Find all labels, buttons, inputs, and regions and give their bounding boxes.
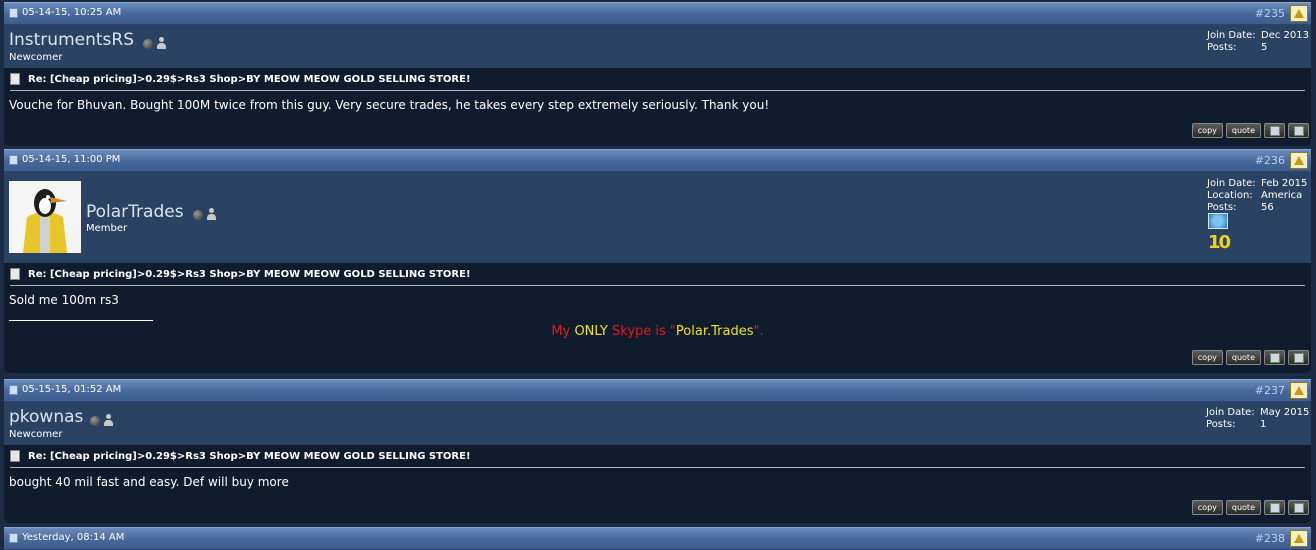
document-icon	[10, 450, 20, 462]
post-status-icon	[9, 7, 18, 18]
post-title: Re: [Cheap pricing]>0.29$>Rs3 Shop>BY ME…	[10, 268, 471, 280]
posts-label: Posts:	[1206, 419, 1236, 430]
skype-badge-icon	[1208, 213, 1228, 229]
quote-button[interactable]: quote	[1225, 350, 1261, 365]
ten-year-badge: 10	[1208, 232, 1231, 253]
post-236: 05-14-15, 11:00 PM #236 PolarTrades Memb…	[4, 149, 1311, 373]
join-date-value: May 2015	[1260, 407, 1310, 418]
post-header: 05-14-15, 10:25 AM #235	[4, 2, 1311, 25]
profile-icon[interactable]	[103, 414, 113, 426]
post-status-icon	[9, 532, 18, 543]
quick-reply-icon[interactable]	[1288, 500, 1309, 515]
post-actions: copy quote	[1191, 123, 1309, 138]
username-link[interactable]: pkownas	[9, 407, 83, 427]
document-icon	[10, 73, 20, 85]
join-date-label: Join Date:	[1206, 407, 1255, 418]
title-divider	[10, 90, 1305, 91]
user-info-row: pkownas Newcomer Join Date: May 2015 Post…	[4, 402, 1311, 445]
post-238: Yesterday, 08:14 AM #238	[4, 527, 1311, 550]
post-message: Vouche for Bhuvan. Bought 100M twice fro…	[9, 98, 770, 112]
profile-icon[interactable]	[206, 208, 216, 220]
copy-button[interactable]: copy	[1191, 500, 1223, 515]
join-date-value: Feb 2015	[1261, 178, 1308, 189]
post-title: Re: [Cheap pricing]>0.29$>Rs3 Shop>BY ME…	[10, 73, 471, 85]
join-date-label: Join Date:	[1207, 30, 1256, 41]
signature: My ONLY Skype is "Polar.Trades".	[551, 324, 764, 339]
offline-status-icon	[90, 416, 100, 426]
post-header: 05-15-15, 01:52 AM #237	[4, 379, 1311, 402]
profile-icon[interactable]	[156, 37, 166, 49]
offline-status-icon	[193, 210, 203, 220]
post-date: Yesterday, 08:14 AM	[9, 532, 124, 543]
post-header: Yesterday, 08:14 AM #238	[4, 527, 1311, 550]
multi-quote-icon[interactable]	[1264, 350, 1285, 365]
user-info-row: PolarTrades Member Join Date: Feb 2015 Lo…	[4, 172, 1311, 263]
join-date-label: Join Date:	[1207, 178, 1256, 189]
post-actions: copy quote	[1191, 350, 1309, 365]
post-actions: copy quote	[1191, 500, 1309, 515]
user-title: Member	[86, 223, 128, 234]
offline-status-icon	[143, 39, 153, 49]
post-number-link[interactable]: #237	[1255, 384, 1285, 397]
post-body: Re: [Cheap pricing]>0.29$>Rs3 Shop>BY ME…	[4, 445, 1311, 523]
document-icon	[10, 268, 20, 280]
username-link[interactable]: InstrumentsRS	[9, 30, 134, 50]
user-info-row: InstrumentsRS Newcomer Join Date: Dec 201…	[4, 25, 1311, 68]
post-body: Re: [Cheap pricing]>0.29$>Rs3 Shop>BY ME…	[4, 68, 1311, 146]
user-title: Newcomer	[9, 52, 63, 63]
post-235: 05-14-15, 10:25 AM #235 InstrumentsRS Ne…	[4, 2, 1311, 146]
quote-button[interactable]: quote	[1225, 500, 1261, 515]
post-number-link[interactable]: #238	[1255, 532, 1285, 545]
posts-count: 56	[1261, 202, 1274, 213]
posts-count: 5	[1261, 42, 1268, 53]
copy-button[interactable]: copy	[1191, 350, 1223, 365]
multi-quote-icon[interactable]	[1264, 500, 1285, 515]
post-body: Re: [Cheap pricing]>0.29$>Rs3 Shop>BY ME…	[4, 263, 1311, 373]
signature-divider	[9, 320, 153, 321]
user-stats: Join Date: Feb 2015 Location: America Post…	[1207, 178, 1307, 214]
user-stats: Join Date: Dec 2013 Posts: 5	[1207, 30, 1309, 54]
quote-button[interactable]: quote	[1225, 123, 1261, 138]
location-value: America	[1261, 190, 1303, 201]
post-number-link[interactable]: #236	[1255, 154, 1285, 167]
quick-reply-icon[interactable]	[1288, 123, 1309, 138]
post-message: bought 40 mil fast and easy. Def will bu…	[9, 475, 289, 489]
avatar[interactable]	[9, 181, 81, 253]
user-title: Newcomer	[9, 429, 63, 440]
username-link[interactable]: PolarTrades	[86, 202, 184, 222]
post-message: Sold me 100m rs3	[9, 293, 119, 307]
report-post-icon[interactable]	[1290, 5, 1308, 22]
title-divider	[10, 467, 1305, 468]
report-post-icon[interactable]	[1290, 382, 1308, 399]
multi-quote-icon[interactable]	[1264, 123, 1285, 138]
report-post-icon[interactable]	[1290, 152, 1308, 169]
post-date: 05-15-15, 01:52 AM	[9, 384, 121, 395]
post-237: 05-15-15, 01:52 AM #237 pkownas Newcomer…	[4, 379, 1311, 523]
title-divider	[10, 285, 1305, 286]
post-status-icon	[9, 154, 18, 165]
posts-count: 1	[1260, 419, 1267, 430]
post-date: 05-14-15, 11:00 PM	[9, 154, 120, 165]
post-date: 05-14-15, 10:25 AM	[9, 7, 121, 18]
location-label: Location:	[1207, 190, 1253, 201]
post-header: 05-14-15, 11:00 PM #236	[4, 149, 1311, 172]
quick-reply-icon[interactable]	[1288, 350, 1309, 365]
report-post-icon[interactable]	[1290, 530, 1308, 547]
user-stats: Join Date: May 2015 Posts: 1	[1206, 407, 1309, 431]
posts-label: Posts:	[1207, 42, 1237, 53]
post-status-icon	[9, 384, 18, 395]
post-title: Re: [Cheap pricing]>0.29$>Rs3 Shop>BY ME…	[10, 450, 471, 462]
join-date-value: Dec 2013	[1261, 30, 1309, 41]
post-number-link[interactable]: #235	[1255, 7, 1285, 20]
copy-button[interactable]: copy	[1191, 123, 1223, 138]
